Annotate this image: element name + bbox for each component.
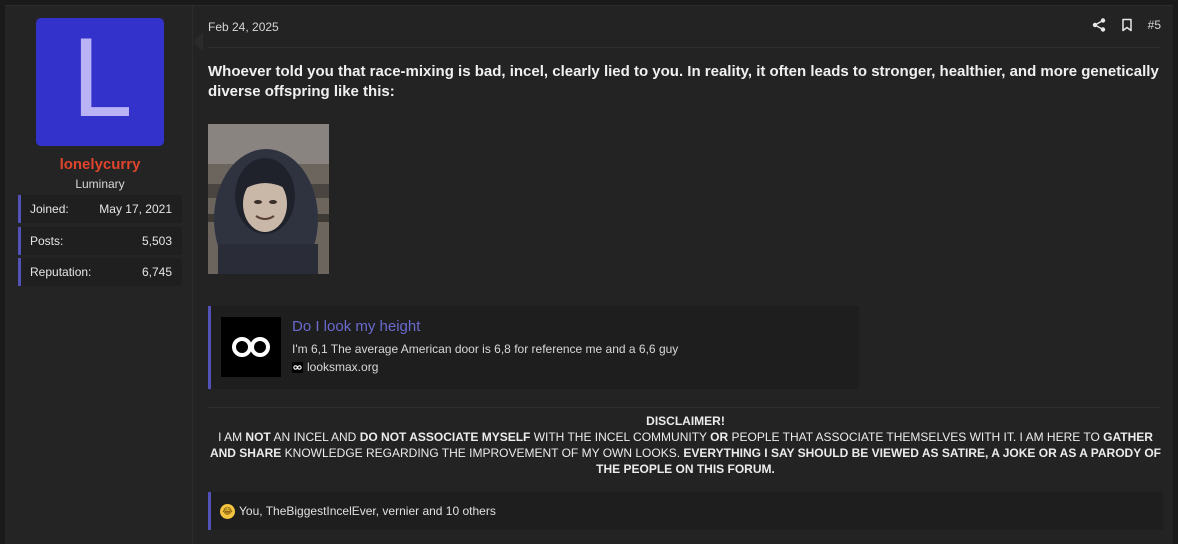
post-message: Whoever told you that race-mixing is bad…	[208, 63, 1159, 100]
link-title[interactable]: Do I look my height	[292, 318, 420, 335]
attached-photo[interactable]	[208, 124, 329, 274]
post-number[interactable]: #5	[1148, 18, 1161, 32]
site-favicon-icon	[292, 361, 303, 373]
stat-value: 5,503	[141, 234, 172, 248]
stat-label: Posts:	[30, 234, 64, 248]
share-icon[interactable]	[1092, 18, 1106, 32]
signature-divider	[208, 407, 1161, 408]
link-site-name: looksmax.org	[307, 360, 379, 374]
user-sidebar: L lonelycurry Luminary Joined: May 17, 2…	[5, 6, 193, 544]
stat-reputation: Reputation: 6,745	[18, 258, 182, 286]
site-logo-icon	[221, 317, 281, 377]
link-description: I'm 6,1 The average American door is 6,8…	[292, 342, 679, 356]
avatar-letter: L	[70, 18, 130, 141]
stat-joined: Joined: May 17, 2021	[18, 195, 182, 223]
laughing-emoji-icon: 😂	[220, 503, 235, 519]
stat-label: Joined:	[30, 202, 69, 216]
divider	[208, 47, 1161, 48]
post-actions: #5	[1092, 18, 1161, 32]
reactions-bar[interactable]: 😂 You, TheBiggestIncelEver, vernier and …	[208, 492, 1163, 530]
link-preview[interactable]: Do I look my height I'm 6,1 The average …	[208, 306, 859, 389]
stat-posts: Posts: 5,503	[18, 227, 182, 255]
signature: DISCLAIMER! I AM NOT AN INCEL AND DO NOT…	[208, 413, 1163, 477]
stat-value: 6,745	[141, 265, 172, 279]
reactions-text[interactable]: You, TheBiggestIncelEver, vernier and 10…	[239, 504, 496, 518]
user-avatar[interactable]: L	[36, 18, 164, 146]
user-title: Luminary	[75, 177, 125, 191]
post-main: Feb 24, 2025 #5 Whoever told you that ra…	[193, 6, 1173, 544]
forum-post: L lonelycurry Luminary Joined: May 17, 2…	[5, 5, 1173, 544]
post-date[interactable]: Feb 24, 2025	[208, 20, 279, 34]
username-link[interactable]: lonelycurry	[5, 156, 195, 173]
stat-label: Reputation:	[30, 265, 92, 279]
link-site[interactable]: looksmax.org	[292, 360, 378, 374]
stat-value: May 17, 2021	[99, 202, 172, 216]
bookmark-icon[interactable]	[1120, 18, 1134, 32]
signature-body: I AM NOT AN INCEL AND DO NOT ASSOCIATE M…	[209, 430, 1162, 476]
signature-heading: DISCLAIMER!	[646, 414, 725, 428]
